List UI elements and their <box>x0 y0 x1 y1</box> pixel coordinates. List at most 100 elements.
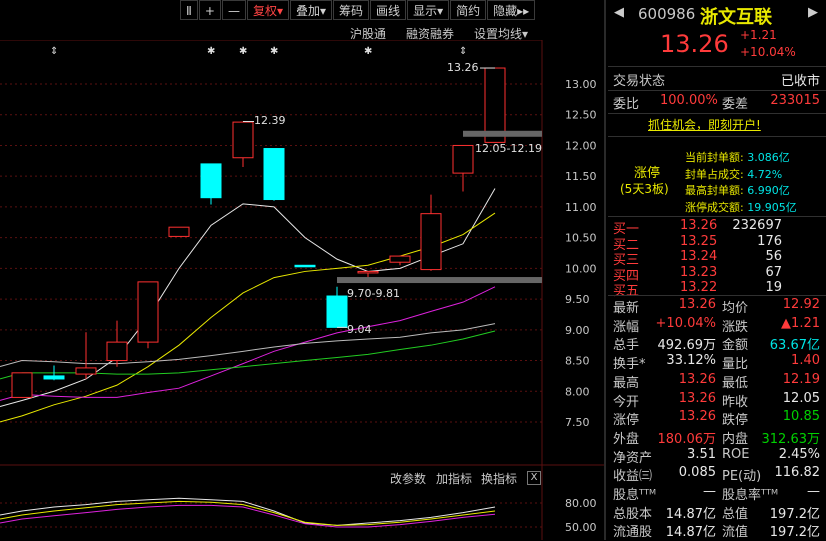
quote-label: 涨幅 <box>613 319 640 335</box>
kline-chart[interactable]: 13.00 12.50 12.00 11.50 11.00 10.50 10.00 9.50 9… <box>0 40 604 540</box>
quote-value: 13.26 <box>678 390 716 406</box>
ind-add-button[interactable]: 加指标 <box>436 470 472 487</box>
quote-label: 最高 <box>613 375 640 391</box>
toolbar-display-button[interactable]: 显示▾ <box>407 0 450 20</box>
toolbar-adjust-button[interactable]: 复权▾ <box>246 0 289 20</box>
event-marker-icon: ⇕ <box>50 46 58 57</box>
panel-divider[interactable] <box>604 0 606 540</box>
open-account-banner[interactable]: 抓住机会，即刻开户! <box>648 116 761 133</box>
quote-label: 均价 <box>722 301 749 316</box>
separator <box>608 216 826 217</box>
limit-up-row: 涨停成交额: 19.905亿 <box>685 200 797 214</box>
quote-label: 净资产 <box>613 450 653 466</box>
quote-row: 换手* 33.12% 量比 1.40 <box>608 353 826 373</box>
toolbar-fullscreen-button[interactable]: Ⅱ <box>180 0 198 20</box>
separator <box>608 136 826 137</box>
quote-label: 总手 <box>613 338 640 354</box>
candle-body-up <box>11 372 33 398</box>
toolbar-draw-button[interactable]: 画线 <box>370 0 407 20</box>
toolbar-chips-button[interactable]: 筹码 <box>333 0 370 20</box>
event-marker-icon: ✱ <box>364 46 372 57</box>
ind-tick-label: 50.00 <box>565 521 597 534</box>
chart-grid <box>0 40 604 540</box>
quote-value: — <box>807 484 820 499</box>
quote-label: 金额 <box>722 338 749 354</box>
weibi-row: 委比 100.00% 委差 233015 <box>608 93 826 113</box>
ind-close-button[interactable]: X <box>527 471 541 485</box>
quote-label: 收益㈢ <box>613 469 653 485</box>
candle-body-up <box>137 281 159 343</box>
y-tick-label: 12.50 <box>565 109 597 122</box>
quote-value: 312.63万 <box>761 431 821 447</box>
stock-change: +1.21 <box>740 28 777 42</box>
y-tick-label: 11.50 <box>565 170 597 183</box>
quote-value: 63.67亿 <box>769 338 820 354</box>
candle-body-down <box>200 163 222 199</box>
quote-value: 2.45% <box>778 446 820 462</box>
quote-label: 换手* <box>613 357 646 373</box>
gap-bar <box>463 130 542 137</box>
quote-value: 197.2亿 <box>769 506 820 522</box>
quote-value: 14.87亿 <box>665 525 716 541</box>
candle-body-up <box>106 341 128 362</box>
ind-line <box>0 497 496 526</box>
separator <box>608 113 826 114</box>
quote-label: 流通股 <box>613 525 653 541</box>
weicha-label: 委差 <box>722 97 749 112</box>
ind-switch-button[interactable]: 换指标 <box>481 470 517 487</box>
candle-body-up <box>452 144 474 174</box>
toolbar-overlay-button[interactable]: 叠加▾ <box>290 0 333 20</box>
y-tick-label: 10.50 <box>565 232 597 245</box>
quote-label: 股息率ᵀᵀᴹ <box>722 488 779 503</box>
event-marker-icon: ✱ <box>207 46 215 57</box>
candle-body-up <box>389 255 411 263</box>
stock-price: 13.26 <box>660 30 729 58</box>
quote-label: 最低 <box>722 375 749 391</box>
quote-row: 收益㈢ 0.085 PE(动) 116.82 <box>608 465 826 485</box>
limit-up-row: 当前封单额: 3.086亿 <box>685 151 790 164</box>
event-marker-icon: ✱ <box>270 46 278 57</box>
trade-status-label: 交易状态 <box>613 74 666 89</box>
chart-toolbar: Ⅱ + — 复权▾ 叠加▾ 筹码 画线 显示▾ 简约 隐藏▸▸ <box>180 0 605 22</box>
candle-body-up <box>357 270 379 274</box>
ind-params-button[interactable]: 改参数 <box>390 470 426 487</box>
toolbar-simple-button[interactable]: 简约 <box>450 0 487 20</box>
quote-value: 116.82 <box>774 465 821 481</box>
quote-label: 最新 <box>613 301 640 316</box>
quote-value: 3.51 <box>687 446 716 462</box>
indicator-panel: 80.00 50.00 <box>0 497 597 534</box>
event-marker-icon: ⇕ <box>459 46 467 57</box>
quote-value: 197.2亿 <box>769 525 820 541</box>
book-price: 13.23 <box>680 264 718 280</box>
candle-body-up <box>75 367 97 375</box>
quote-value: 13.26 <box>678 371 716 387</box>
book-volume: 19 <box>765 280 782 295</box>
y-tick-label: 8.00 <box>565 385 590 398</box>
candle-body-down <box>294 264 316 268</box>
toolbar-zoom-in-button[interactable]: + <box>198 0 221 20</box>
quote-row: 流通股 14.87亿 流值 197.2亿 <box>608 521 826 541</box>
quote-label: ROE <box>722 446 750 462</box>
quote-label: 总值 <box>722 506 749 522</box>
book-price: 13.25 <box>680 233 718 249</box>
y-tick-label: 10.00 <box>565 262 597 275</box>
toolbar-zoom-out-button[interactable]: — <box>221 0 246 20</box>
next-stock-arrow-icon[interactable]: ▶ <box>808 5 818 20</box>
y-tick-label: 9.00 <box>565 324 590 337</box>
quote-label: 内盘 <box>722 431 749 447</box>
quote-row: 涨停 13.26 跌停 10.85 <box>608 409 826 429</box>
quote-label: 昨收 <box>722 394 749 410</box>
quote-panel: ◀ 600986 浙文互联 ▶ 13.26 +1.21 +10.04% 交易状态… <box>608 0 826 540</box>
quote-row: 外盘 180.06万 内盘 312.63万 <box>608 428 826 448</box>
quote-value: +10.04% <box>655 315 716 331</box>
toolbar-hide-button[interactable]: 隐藏▸▸ <box>487 0 536 20</box>
quote-label: 涨跌 <box>722 319 749 335</box>
stock-code: 600986 <box>638 5 696 23</box>
prev-stock-arrow-icon[interactable]: ◀ <box>614 5 624 20</box>
book-volume: 67 <box>765 264 782 280</box>
quote-value: 12.92 <box>782 297 820 312</box>
trade-status-value: 已收市 <box>780 74 820 89</box>
quote-value: 0.085 <box>678 465 716 481</box>
quote-label: 股息ᵀᵀᴹ <box>613 488 657 503</box>
ma-line-green <box>0 330 496 380</box>
